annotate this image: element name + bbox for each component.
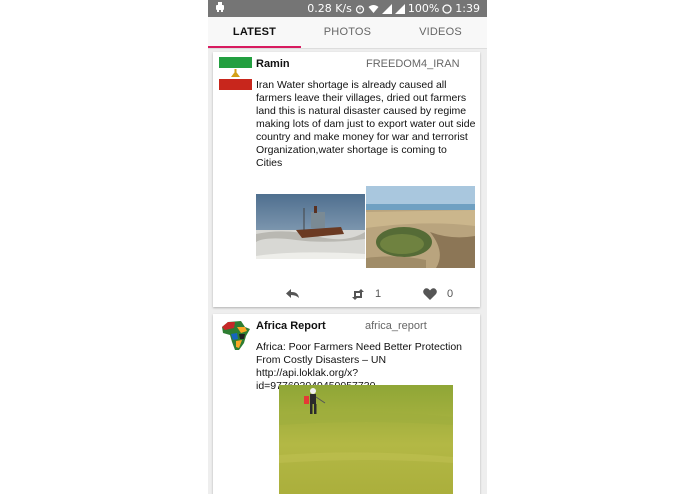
retweet-count: 1 <box>375 288 382 300</box>
battery-icon <box>442 3 452 14</box>
retweet-icon <box>352 288 364 300</box>
tweet-author-name[interactable]: Africa Report <box>256 320 326 332</box>
tab-videos[interactable]: VIDEOS <box>394 17 487 48</box>
heart-icon <box>423 288 437 300</box>
clock: 1:39 <box>455 2 480 15</box>
signal-icon-2 <box>394 3 405 14</box>
tweet-text: Iran Water shortage is already caused al… <box>256 79 476 169</box>
network-speed: 0.28 K/s <box>307 2 352 15</box>
status-bar: 0.28 K/s 100% 1:39 <box>208 0 487 17</box>
stranded-ship-photo[interactable] <box>256 194 365 259</box>
usb-debug-icon <box>214 0 226 12</box>
tweet-author-name[interactable]: Ramin <box>256 58 290 70</box>
tweet-card[interactable]: Ramin FREEDOM4_IRAN Iran Water shortage … <box>213 52 480 307</box>
battery-percent: 100% <box>407 2 440 15</box>
signal-icon <box>381 3 392 14</box>
wifi-icon <box>368 4 379 14</box>
iran-flag-avatar[interactable] <box>219 57 252 90</box>
tab-latest[interactable]: LATEST <box>208 17 301 48</box>
farmer-field-photo[interactable] <box>279 385 453 494</box>
alarm-icon <box>355 4 365 14</box>
tweet-actions: 1 0 <box>213 288 480 304</box>
tab-photos[interactable]: PHOTOS <box>301 17 394 48</box>
tab-bar: LATEST PHOTOS VIDEOS <box>208 17 487 49</box>
tweet-author-handle[interactable]: africa_report <box>365 320 427 332</box>
retweet-button[interactable]: 1 <box>351 288 381 300</box>
tweet-card[interactable]: Africa Report africa_report Africa: Poor… <box>213 314 480 494</box>
africa-map-avatar[interactable] <box>219 319 252 352</box>
dry-lake-photo[interactable] <box>366 186 475 268</box>
tweet-author-handle[interactable]: FREEDOM4_IRAN <box>366 58 460 70</box>
phone-screen: 0.28 K/s 100% 1:39 LATEST PHOTOS VIDEOS <box>208 0 487 494</box>
like-button[interactable]: 0 <box>423 288 453 300</box>
like-count: 0 <box>447 288 454 300</box>
reply-icon[interactable] <box>286 288 299 299</box>
